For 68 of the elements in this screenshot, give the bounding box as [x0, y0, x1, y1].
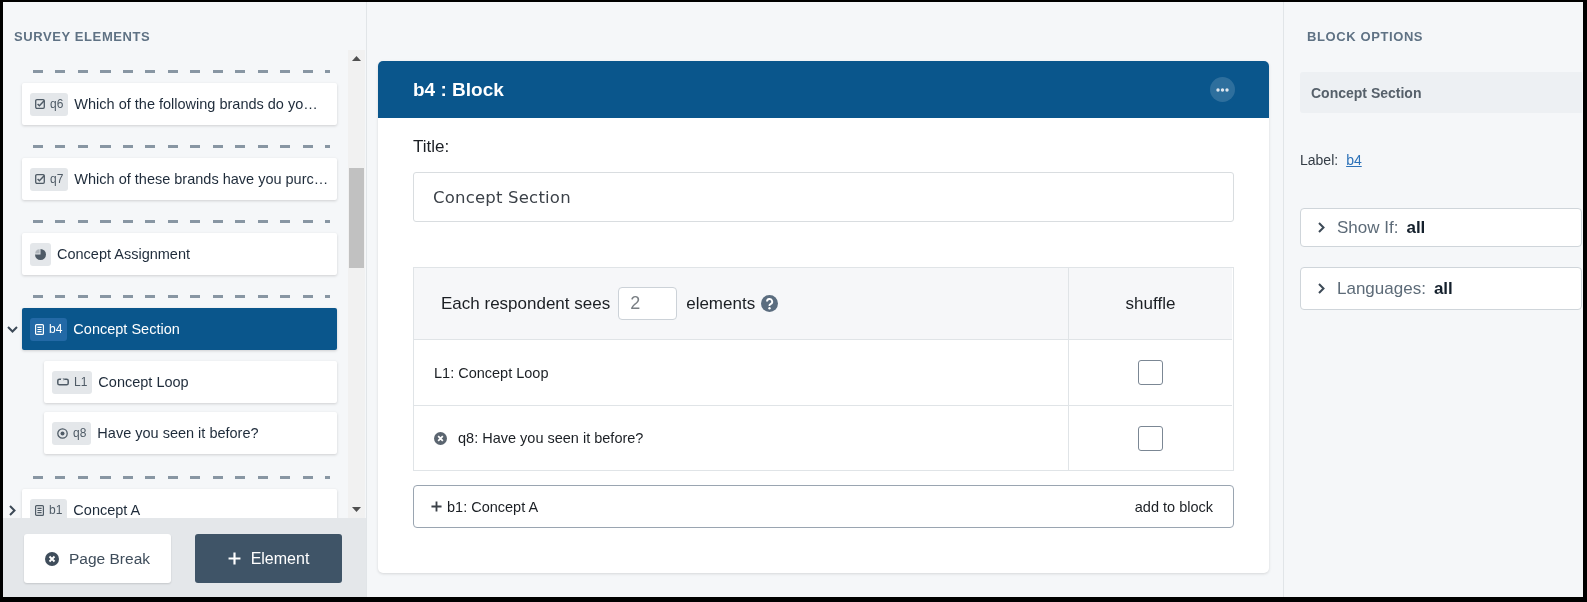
condition-panel[interactable]: Show If: all	[1300, 208, 1582, 247]
label-caption: Label:	[1300, 152, 1339, 168]
element-title: Have you seen it before?	[97, 425, 259, 441]
count-input[interactable]: 2	[618, 287, 678, 320]
element-title: Concept Loop	[98, 374, 189, 390]
sees-label: Each respondent sees	[441, 293, 611, 314]
more-button[interactable]	[1210, 77, 1235, 102]
loop-icon	[57, 378, 69, 386]
chevron-right-icon[interactable]	[1318, 222, 1325, 233]
survey-element-item[interactable]: b4 Concept Section	[22, 308, 337, 350]
section-title: SURVEY ELEMENTS	[14, 29, 151, 45]
page-break-button[interactable]: Page Break	[24, 534, 171, 583]
survey-element-item[interactable]: Concept Assignment	[22, 233, 337, 275]
survey-element-item[interactable]: q6 Which of the following brands do yo…	[22, 83, 337, 125]
element-title: Which of the following brands do yo…	[74, 96, 318, 112]
radio-icon	[57, 427, 68, 439]
elements-label: elements	[686, 293, 756, 314]
survey-element-item[interactable]: q8 Have you seen it before?	[44, 412, 337, 454]
add-to-block-link[interactable]: add to block	[1134, 498, 1213, 515]
add-element-button[interactable]: Element	[195, 534, 342, 583]
element-id: q6	[50, 97, 64, 111]
label-link[interactable]: b4	[1346, 152, 1362, 168]
caret-down-icon[interactable]	[352, 507, 361, 512]
block-name-field[interactable]: Concept Section	[1300, 72, 1582, 113]
plus-icon	[227, 552, 241, 565]
checkbox-tick-icon	[35, 99, 45, 109]
element-title: Concept Section	[73, 321, 180, 337]
survey-element-item[interactable]: q7 Which of these brands have you purc…	[22, 158, 337, 200]
document-icon	[35, 504, 44, 516]
block-title: b4 : Block	[413, 78, 504, 101]
plus-icon	[431, 501, 442, 512]
scrollbar-thumb[interactable]	[349, 168, 364, 268]
shuffle-checkbox[interactable]	[1138, 360, 1163, 385]
row-title: L1: Concept Loop	[434, 364, 549, 381]
checkbox-tick-icon	[35, 174, 45, 184]
element-id: b1	[49, 503, 63, 517]
element-title: Concept A	[73, 502, 141, 518]
condition-value: all	[1406, 217, 1426, 238]
section-title: BLOCK OPTIONS	[1307, 29, 1424, 45]
element-id: q7	[50, 172, 64, 186]
survey-element-item[interactable]: L1 Concept Loop	[44, 361, 337, 403]
shuffle-checkbox[interactable]	[1138, 425, 1163, 451]
document-icon	[35, 323, 44, 335]
ellipsis-icon	[1216, 87, 1229, 92]
element-id: q8	[73, 426, 87, 440]
element-title: Which of these brands have you purc…	[74, 171, 329, 187]
title-input[interactable]: Concept Section	[413, 172, 1234, 222]
condition-value: all	[1433, 278, 1453, 299]
element-title: Concept Assignment	[57, 246, 190, 262]
field-label: Title:	[413, 137, 451, 157]
close-circle-icon	[45, 551, 59, 566]
chevron-right-icon[interactable]	[9, 504, 16, 516]
remove-icon[interactable]	[434, 431, 447, 445]
condition-panel[interactable]: Languages: all	[1300, 267, 1582, 310]
element-id: L1	[74, 375, 88, 389]
element-id: b4	[49, 322, 63, 336]
chevron-down-icon[interactable]	[7, 325, 18, 333]
add-item-row[interactable]: b1: Concept A add to block	[413, 485, 1234, 528]
add-item-title: b1: Concept A	[447, 498, 540, 515]
pie-chart-icon	[35, 248, 46, 260]
condition-name: Show If:	[1337, 217, 1399, 238]
row-title: q8: Have you seen it before?	[458, 430, 644, 446]
help-icon	[761, 295, 779, 312]
condition-name: Languages:	[1337, 278, 1426, 299]
chevron-right-icon[interactable]	[1318, 283, 1325, 294]
survey-element-item[interactable]: b1 Concept A	[22, 489, 337, 518]
table-header-cell: shuffle	[1069, 268, 1232, 339]
caret-up-icon[interactable]	[352, 56, 361, 61]
